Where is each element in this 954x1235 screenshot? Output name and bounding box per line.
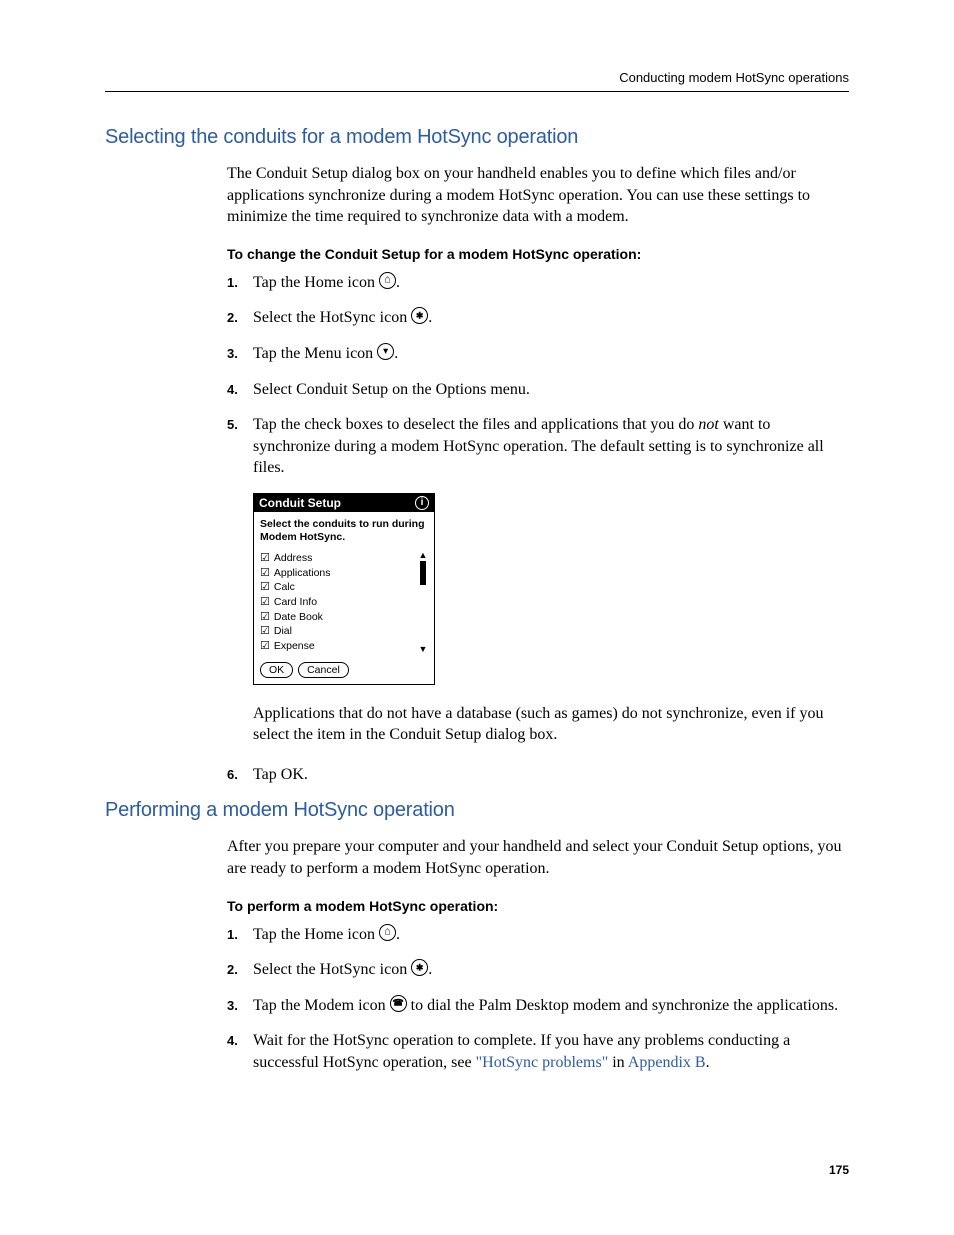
section1-intro: The Conduit Setup dialog box on your han…: [227, 163, 849, 228]
step-number: 4.: [227, 379, 253, 401]
step-number: 1.: [227, 924, 253, 946]
section1-body: The Conduit Setup dialog box on your han…: [227, 163, 849, 785]
step-text: Tap the Home icon .: [253, 924, 849, 946]
conduit-item[interactable]: Applications: [260, 566, 418, 581]
section2-subhead: To perform a modem HotSync operation:: [227, 898, 849, 914]
link-appendix-b[interactable]: Appendix B: [628, 1054, 706, 1071]
step-text: Tap the Modem icon to dial the Palm Desk…: [253, 995, 849, 1017]
dialog-titlebar: Conduit Setup i: [254, 494, 434, 512]
section2-body: After you prepare your computer and your…: [227, 836, 849, 1073]
link-hotsync-problems[interactable]: "HotSync problems": [476, 1054, 609, 1071]
home-icon: [379, 924, 396, 941]
step-1: 1. Tap the Home icon .: [227, 924, 849, 946]
cancel-button[interactable]: Cancel: [298, 662, 349, 678]
step-5: 5. Tap the check boxes to deselect the f…: [227, 414, 849, 479]
step-text: Select Conduit Setup on the Options menu…: [253, 379, 849, 401]
hotsync-icon: [411, 959, 428, 976]
section-heading-conduits: Selecting the conduits for a modem HotSy…: [105, 126, 849, 149]
section1-subhead: To change the Conduit Setup for a modem …: [227, 246, 849, 262]
scroll-thumb[interactable]: [420, 561, 426, 585]
step-4: 4. Wait for the HotSync operation to com…: [227, 1030, 849, 1073]
dialog-instruction: Select the conduits to run during Modem …: [260, 518, 428, 543]
step-number: 5.: [227, 414, 253, 479]
step-text: Wait for the HotSync operation to comple…: [253, 1030, 849, 1073]
conduit-item[interactable]: Card Info: [260, 595, 418, 610]
page: Conducting modem HotSync operations Sele…: [0, 0, 954, 1235]
conduit-item[interactable]: Dial: [260, 624, 418, 639]
step-text: Select the HotSync icon .: [253, 959, 849, 981]
dialog-title: Conduit Setup: [259, 496, 341, 510]
step-number: 2.: [227, 307, 253, 329]
step-2: 2. Select the HotSync icon .: [227, 307, 849, 329]
step-2: 2. Select the HotSync icon .: [227, 959, 849, 981]
conduit-item[interactable]: Expense: [260, 639, 418, 654]
info-icon[interactable]: i: [415, 496, 429, 510]
scrollbar[interactable]: ▲ ▼: [418, 551, 428, 653]
step-number: 1.: [227, 272, 253, 294]
step-number: 3.: [227, 343, 253, 365]
conduit-item[interactable]: Date Book: [260, 610, 418, 625]
step-text: Select the HotSync icon .: [253, 307, 849, 329]
step-6: 6. Tap OK.: [227, 764, 849, 786]
step-1: 1. Tap the Home icon .: [227, 272, 849, 294]
section-heading-performing: Performing a modem HotSync operation: [105, 799, 849, 822]
dialog-body: Select the conduits to run during Modem …: [254, 512, 434, 658]
hotsync-icon: [411, 307, 428, 324]
step-number: 2.: [227, 959, 253, 981]
after-dialog-note: Applications that do not have a database…: [253, 703, 849, 746]
menu-icon: [377, 343, 394, 360]
section1-steps: 1. Tap the Home icon . 2. Select the Hot…: [227, 272, 849, 479]
page-number: 175: [829, 1163, 849, 1177]
dialog-buttons: OK Cancel: [254, 658, 434, 684]
step-3: 3. Tap the Modem icon to dial the Palm D…: [227, 995, 849, 1017]
conduit-setup-dialog: Conduit Setup i Select the conduits to r…: [253, 493, 435, 685]
section2-steps: 1. Tap the Home icon . 2. Select the Hot…: [227, 924, 849, 1074]
ok-button[interactable]: OK: [260, 662, 293, 678]
step-text: Tap OK.: [253, 764, 849, 786]
modem-icon: [390, 995, 407, 1012]
step-text: Tap the Menu icon .: [253, 343, 849, 365]
section1-steps-cont: 6. Tap OK.: [227, 764, 849, 786]
running-head: Conducting modem HotSync operations: [105, 70, 849, 85]
conduit-item[interactable]: Calc: [260, 580, 418, 595]
step-text: Tap the Home icon .: [253, 272, 849, 294]
step-number: 4.: [227, 1030, 253, 1073]
step-number: 6.: [227, 764, 253, 786]
conduit-list: Address Applications Calc Card Info Date…: [260, 551, 418, 653]
step-number: 3.: [227, 995, 253, 1017]
home-icon: [379, 272, 396, 289]
step-4: 4. Select Conduit Setup on the Options m…: [227, 379, 849, 401]
conduit-item[interactable]: Address: [260, 551, 418, 566]
scroll-down-icon[interactable]: ▼: [419, 645, 428, 654]
header-rule: [105, 91, 849, 92]
scroll-up-icon[interactable]: ▲: [419, 551, 428, 560]
step-3: 3. Tap the Menu icon .: [227, 343, 849, 365]
step-text: Tap the check boxes to deselect the file…: [253, 414, 849, 479]
section2-intro: After you prepare your computer and your…: [227, 836, 849, 879]
